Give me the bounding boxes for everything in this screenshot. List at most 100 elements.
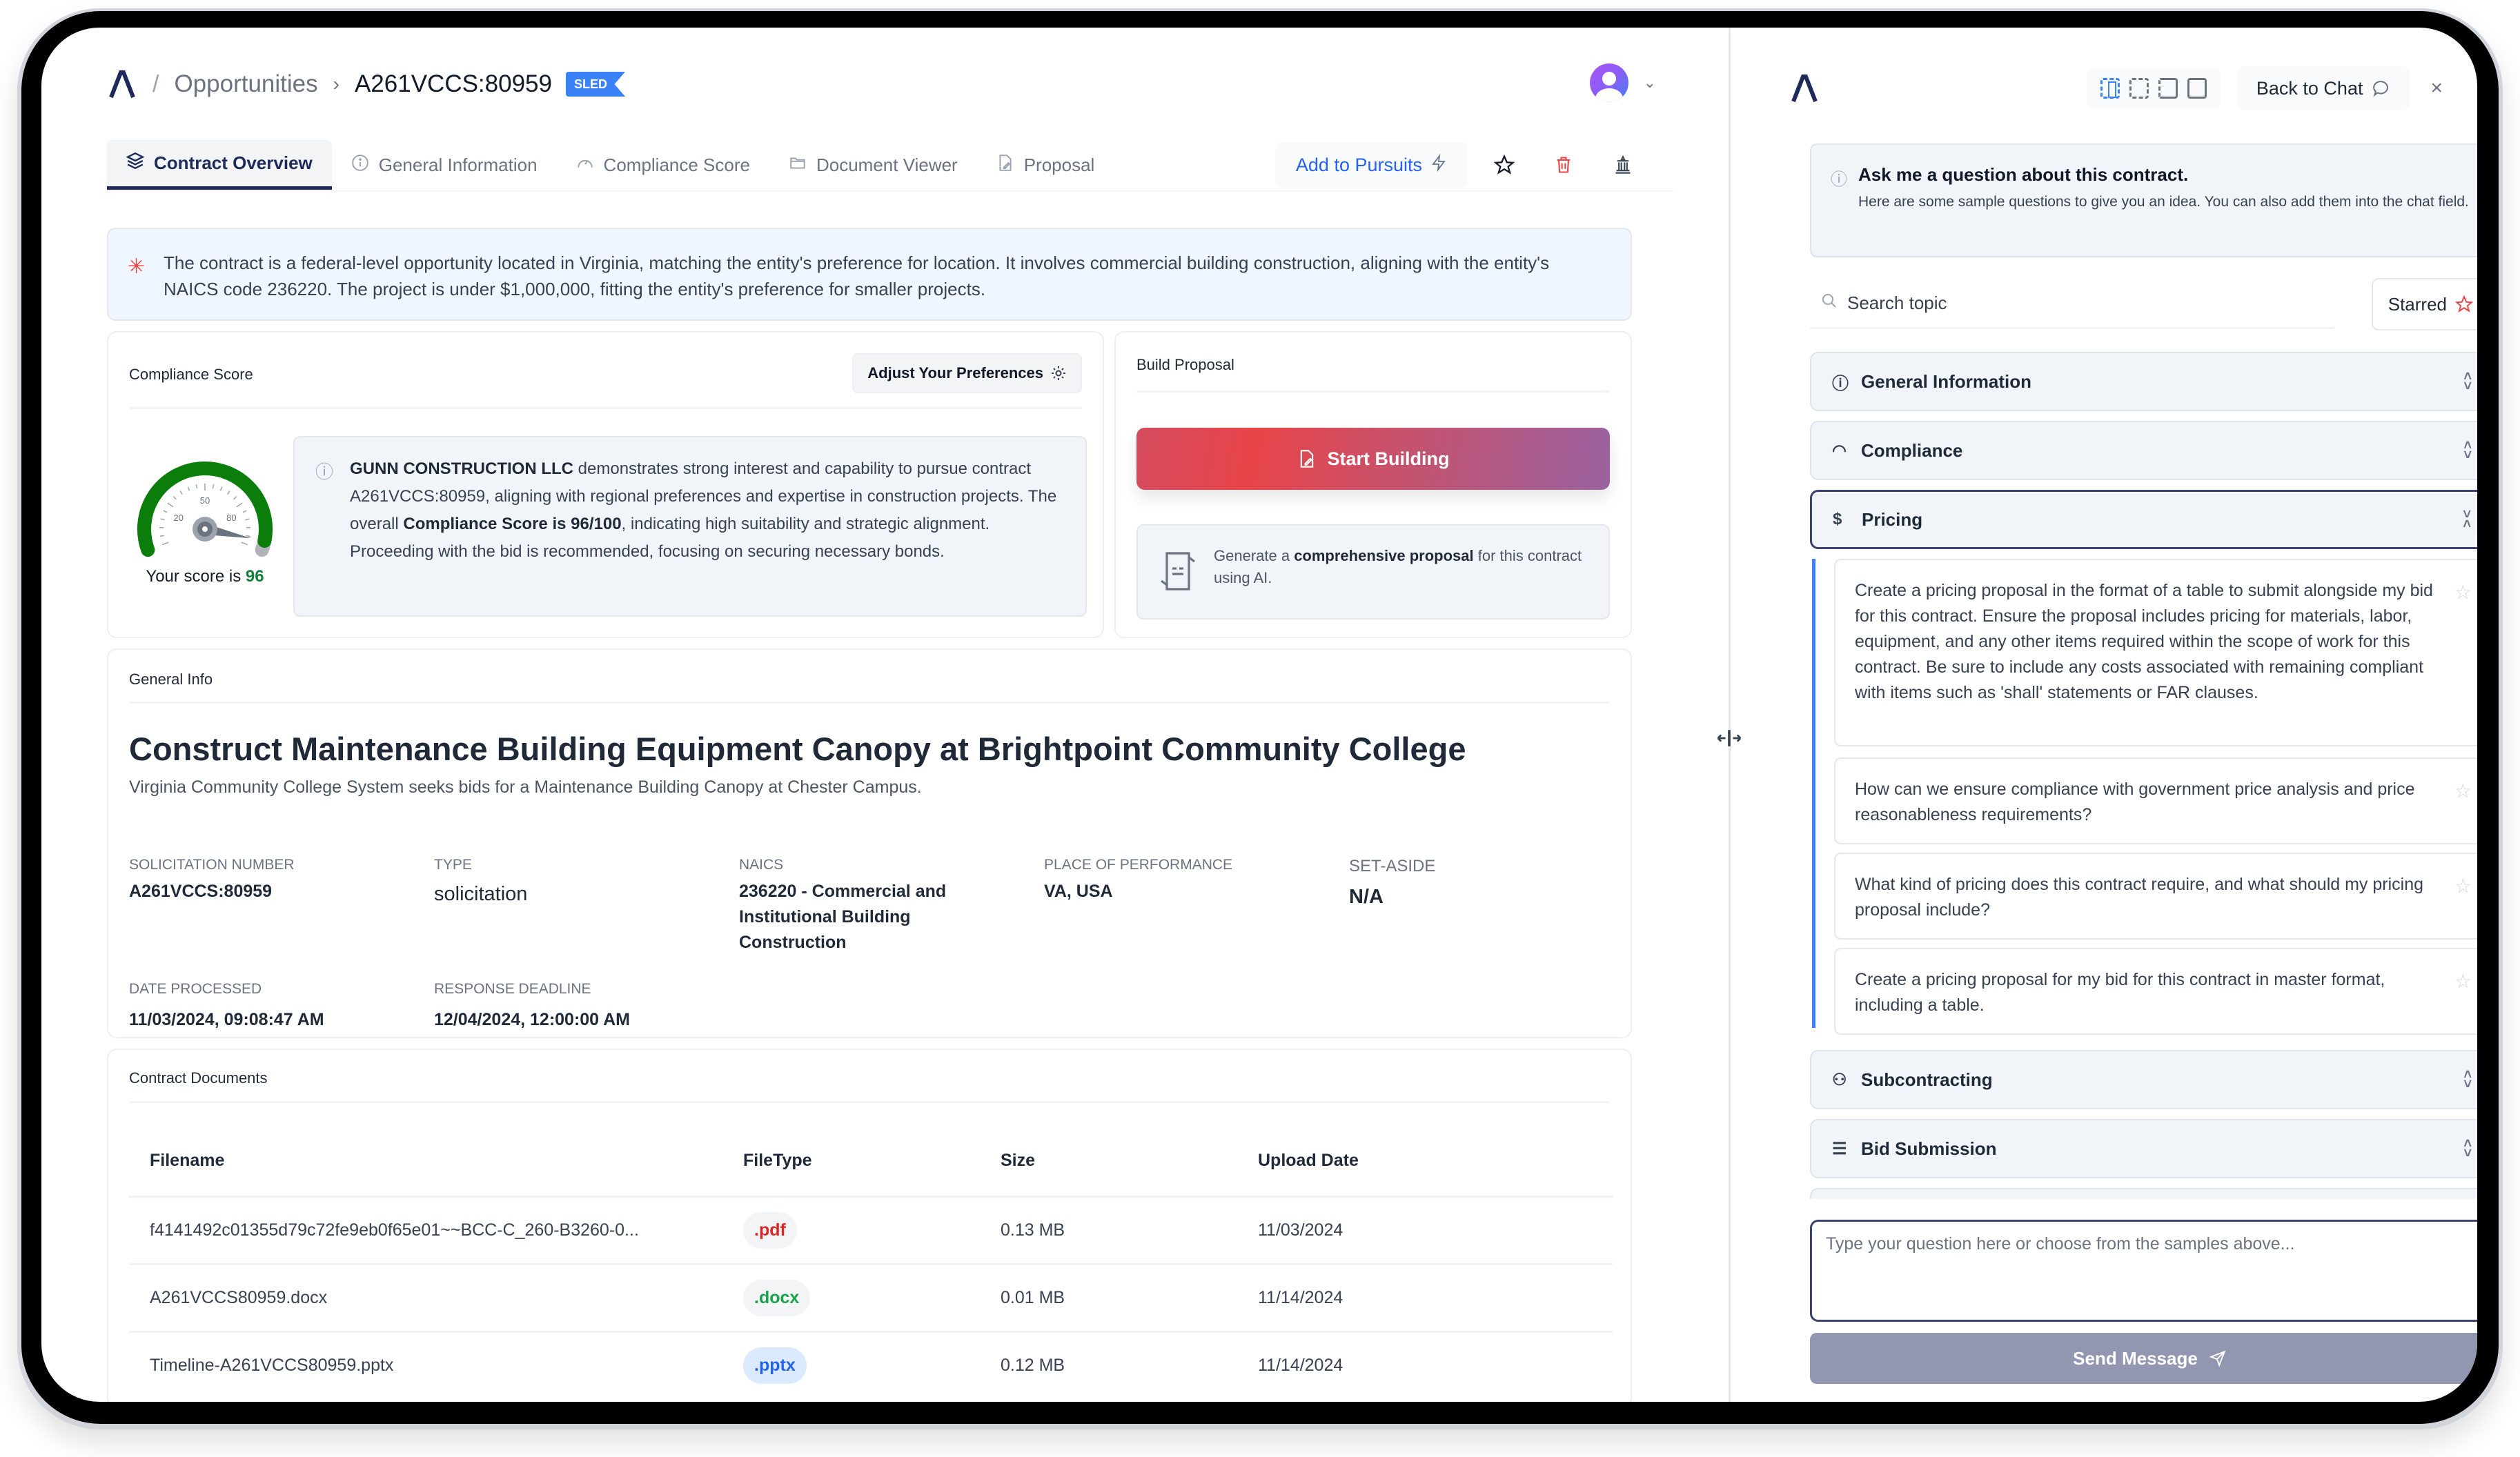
user-menu[interactable]: ⌄ [1589, 63, 1656, 102]
government-building-icon [1615, 155, 1631, 174]
field-label: Solicitation Number [129, 857, 295, 873]
info-icon [351, 154, 369, 177]
column-header-filetype[interactable]: FileType [722, 1126, 980, 1198]
gauge-tick-label: 20 [173, 513, 183, 523]
avatar[interactable] [1589, 63, 1628, 102]
tab-document-viewer[interactable]: Document Viewer [769, 140, 977, 190]
bolt-icon [1430, 153, 1447, 177]
filetype-cell: .docx [722, 1264, 980, 1333]
section-label: Pricing [1862, 508, 1923, 530]
field-type: Type solicitation [434, 857, 710, 907]
column-header-size[interactable]: Size [980, 1126, 1237, 1198]
start-building-button[interactable]: Start Building [1136, 428, 1610, 490]
search-topic-input[interactable] [1847, 293, 2261, 314]
layout-full-icon[interactable] [2187, 78, 2207, 99]
column-header-upload-date[interactable]: Upload Date [1237, 1126, 1613, 1198]
add-to-pursuits-button[interactable]: Add to Pursuits [1274, 142, 1468, 188]
gauge-tick [167, 502, 174, 508]
star-icon[interactable]: ☆ [2454, 969, 2472, 994]
summary-text: The contract is a federal-level opportun… [164, 252, 1550, 299]
table-row[interactable]: Timeline-A261VCCS80959.pptx .pptx 0.12 MB 1… [129, 1331, 1613, 1399]
info-icon: ⓘ [315, 462, 334, 482]
field-solicitation-number: Solicitation Number A261VCCS:80959 [129, 857, 405, 904]
column-header-filename[interactable]: Filename [129, 1126, 722, 1198]
gauge-tick [161, 542, 169, 546]
star-button[interactable] [1482, 142, 1527, 188]
back-to-chat-button[interactable]: Back to Chat [2236, 66, 2410, 110]
field-date-processed: Date Processed 11/03/2024, 09:08:47 AM [129, 981, 419, 1033]
filename-cell[interactable]: Timeline-A261VCCS80959.pptx [129, 1331, 722, 1399]
tab-label: Compliance Score [603, 154, 750, 175]
filename-cell[interactable]: f4141492c01355d79c72fe9eb0f65e01~~BCC-C_… [129, 1196, 722, 1265]
chat-header: Back to Chat × [1789, 66, 2443, 110]
field-label: Type [434, 857, 472, 873]
tab-label: Contract Overview [154, 152, 313, 173]
section-general-information[interactable]: ⓘ General Information ˄ ˅ [1810, 352, 2477, 411]
sled-badge: SLED [566, 72, 626, 97]
gauge-tick [219, 486, 223, 491]
table-row[interactable]: A261VCCS80959.docx .docx 0.01 MB 11/14/2024 [129, 1264, 1613, 1333]
message-input[interactable] [1810, 1220, 2477, 1322]
gauge-tick [173, 496, 177, 500]
contract-documents-title: Contract Documents [129, 1069, 268, 1087]
adjust-preferences-label: Adjust Your Preferences [867, 364, 1043, 381]
gauge-tick-label: 50 [200, 495, 210, 506]
gauge-tick [227, 490, 230, 495]
field-response-deadline: Response Deadline 12/04/2024, 12:00:00 A… [434, 981, 724, 1033]
section-label: Bid Submission [1861, 1138, 1997, 1159]
build-proposal-title: Build Proposal [1136, 356, 1234, 373]
app-logo-icon[interactable] [107, 69, 137, 99]
expand-collapse-icon: ˄ ˅ [2463, 438, 2472, 463]
tab-contract-overview[interactable]: Contract Overview [107, 140, 332, 190]
star-icon[interactable]: ☆ [2454, 579, 2472, 605]
layout-switcher [2086, 68, 2221, 109]
sample-question[interactable]: Create a pricing proposal in the format … [1834, 559, 2477, 746]
field-label: Response Deadline [434, 981, 591, 997]
summary-banner: ✳ The contract is a federal-level opport… [107, 228, 1632, 321]
tab-proposal[interactable]: Proposal [977, 140, 1114, 190]
filename-cell[interactable]: A261VCCS80959.docx [129, 1264, 722, 1333]
breadcrumb-opportunities-link[interactable]: Opportunities [174, 70, 317, 98]
section-subcontracting[interactable]: ⚇ Subcontracting ˄ ˅ [1810, 1050, 2477, 1109]
tab-label: General Information [378, 154, 538, 175]
delete-button[interactable] [1541, 142, 1586, 188]
breadcrumb-separator: / [152, 70, 159, 97]
info-icon: ⓘ [1832, 374, 1849, 393]
star-icon[interactable]: ☆ [2454, 778, 2472, 804]
layout-wide-icon[interactable] [2158, 78, 2178, 99]
layout-narrow-icon[interactable] [2100, 78, 2120, 99]
size-cell: 0.13 MB [980, 1196, 1237, 1265]
archive-button[interactable] [1600, 142, 1646, 188]
layout-medium-icon[interactable] [2129, 78, 2149, 99]
score-label: Your score is 96 [129, 567, 281, 586]
sample-question[interactable]: How can we ensure compliance with govern… [1834, 757, 2477, 844]
field-value: solicitation [434, 883, 528, 905]
field-value: N/A [1349, 886, 1384, 908]
expand-collapse-icon: ˄ ˅ [2463, 1136, 2472, 1161]
section-pricing[interactable]: $ Pricing ˅ ˄ [1810, 490, 2477, 549]
compliance-gauge: 20 50 80 [137, 462, 273, 557]
app-logo-icon [1789, 73, 1820, 103]
section-bid-submission[interactable]: ☰ Bid Submission ˄ ˅ [1810, 1119, 2477, 1178]
gauge-tick [233, 496, 237, 500]
field-label: Date Processed [129, 981, 262, 997]
send-message-button[interactable]: Send Message [1810, 1333, 2477, 1384]
gauge-tick [163, 510, 168, 513]
table-row[interactable]: f4141492c01355d79c72fe9eb0f65e01~~BCC-C_… [129, 1196, 1613, 1265]
star-icon[interactable]: ☆ [2454, 873, 2472, 899]
section-compliance[interactable]: ◠ Compliance ˄ ˅ [1810, 421, 2477, 480]
gauge-tick [241, 542, 248, 546]
chevron-down-icon[interactable]: ⌄ [1644, 74, 1656, 92]
filetype-badge: .docx [743, 1279, 811, 1316]
ask-title: Ask me a question about this contract. [1858, 164, 2189, 185]
sample-question[interactable]: What kind of pricing does this contract … [1834, 853, 2477, 940]
gauge-hub-dot [202, 526, 208, 532]
send-icon [2209, 1350, 2226, 1367]
adjust-preferences-button[interactable]: Adjust Your Preferences [852, 353, 1082, 393]
filetype-badge: .pptx [743, 1347, 807, 1385]
tab-general-information[interactable]: General Information [332, 140, 557, 190]
sample-question[interactable]: Create a pricing proposal for my bid for… [1834, 948, 2477, 1035]
close-icon[interactable]: × [2430, 77, 2443, 100]
tab-compliance-score[interactable]: Compliance Score [557, 140, 769, 190]
starred-filter-button[interactable]: Starred [2371, 278, 2477, 330]
